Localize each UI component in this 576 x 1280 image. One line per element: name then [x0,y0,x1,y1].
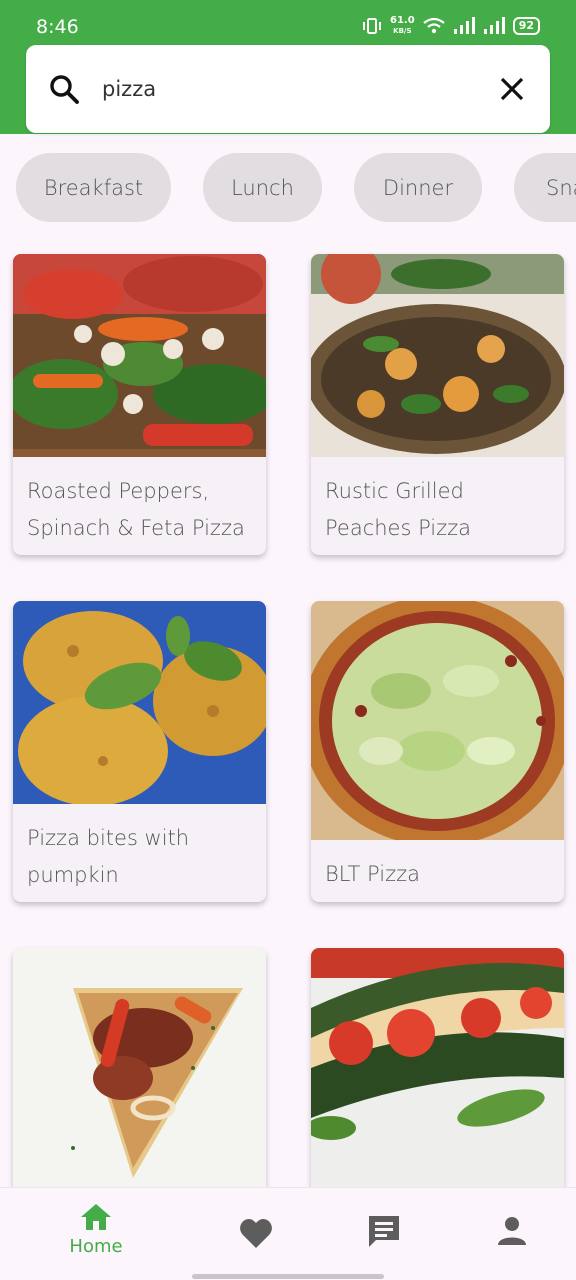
recipe-card[interactable] [311,948,564,1208]
network-speed-unit: KB/S [393,27,412,35]
search-icon[interactable] [48,73,80,105]
nav-home[interactable]: Home [46,1188,146,1280]
chip-breakfast[interactable]: Breakfast [16,153,171,222]
recipe-image [311,948,564,1208]
network-speed: 61.0 KB/S [390,16,415,36]
search-input[interactable] [102,71,482,107]
home-icon[interactable] [79,1202,113,1232]
recipe-image [13,948,266,1208]
category-chips: Breakfast Lunch Dinner Snacks [0,153,576,223]
wifi-icon [423,17,445,34]
battery-indicator: 92 [512,17,540,35]
network-speed-value: 61.0 [390,15,415,26]
signal-icon [453,17,475,34]
recipe-image [311,254,564,457]
chip-lunch[interactable]: Lunch [203,153,322,222]
nav-messages[interactable] [334,1188,434,1280]
nav-home-label: Home [69,1236,123,1257]
recipe-title: BLT Pizza [325,862,421,886]
recipe-image [13,601,266,804]
nav-profile[interactable] [462,1188,562,1280]
recipe-card[interactable]: Roasted Peppers, Spinach & Feta Pizza [13,254,266,555]
search-bar[interactable] [26,45,550,133]
recipe-card[interactable] [13,948,266,1208]
chat-icon[interactable] [366,1202,402,1262]
person-icon[interactable] [494,1202,530,1262]
clear-search-button[interactable] [494,71,530,107]
recipe-title: Roasted Peppers, Spinach & Feta Pizza [27,479,245,540]
chip-snacks[interactable]: Snacks [514,153,576,222]
vibrate-icon [363,18,381,34]
signal-icon-2 [483,17,505,34]
recipe-card[interactable]: Pizza bites with pumpkin [13,601,266,902]
heart-icon[interactable] [238,1202,274,1262]
chip-dinner[interactable]: Dinner [354,153,482,222]
recipe-title: Pizza bites with pumpkin [27,826,190,887]
home-indicator [192,1274,384,1279]
recipe-card[interactable]: BLT Pizza [311,601,564,902]
bottom-navigation: Home [0,1187,576,1280]
recipe-card[interactable]: Rustic Grilled Peaches Pizza [311,254,564,555]
status-icons: 61.0 KB/S 92 [362,16,540,36]
recipe-title: Rustic Grilled Peaches Pizza [325,479,472,540]
status-time: 8:46 [36,16,79,38]
recipe-image [311,601,564,840]
nav-favorites[interactable] [206,1188,306,1280]
recipe-image [13,254,266,457]
close-icon[interactable] [500,77,524,101]
